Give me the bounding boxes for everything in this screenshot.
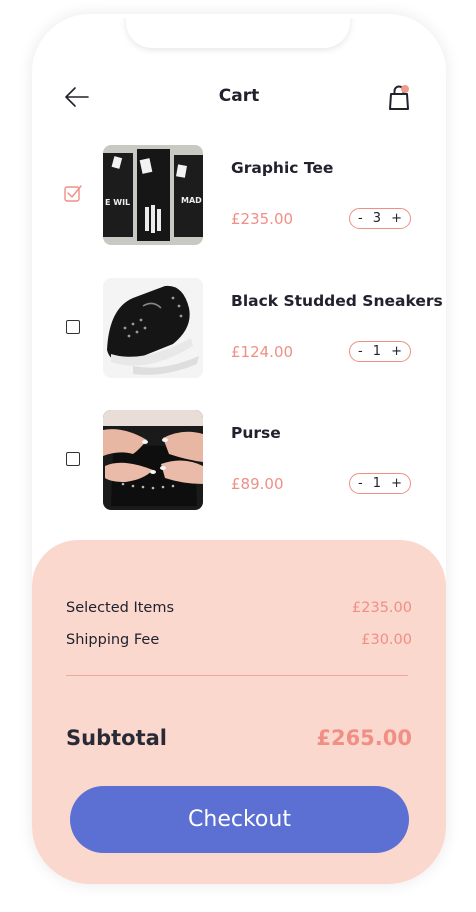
quantity-value: 3 <box>372 211 382 226</box>
shipping-fee-value: £30.00 <box>361 632 412 648</box>
selected-items-label: Selected Items <box>66 600 175 616</box>
cart-bag-button[interactable] <box>384 82 414 112</box>
item-price: £124.00 <box>231 343 294 361</box>
cart-badge <box>401 85 409 93</box>
selected-items-value: £235.00 <box>352 600 412 616</box>
quantity-stepper: - 1 + <box>349 341 411 362</box>
quantity-value: 1 <box>372 344 382 359</box>
quantity-stepper: - 3 + <box>349 208 411 229</box>
item-price: £235.00 <box>231 210 294 228</box>
cart-item: Purse £89.00 - 1 + <box>32 410 446 510</box>
cart-item: E WIL MAD Graphic Tee £235.00 - 3 + <box>32 145 446 245</box>
increase-button[interactable]: + <box>391 211 402 226</box>
quantity-stepper: - 1 + <box>349 473 411 494</box>
checkmark-icon <box>64 185 82 202</box>
product-image-purse[interactable] <box>103 410 203 510</box>
item-checkbox-checked[interactable] <box>64 185 82 202</box>
item-checkbox[interactable] <box>66 320 80 334</box>
svg-text:MAD: MAD <box>181 196 202 205</box>
item-name[interactable]: Purse <box>231 424 281 442</box>
product-image-black-studded-sneakers[interactable] <box>103 278 203 378</box>
item-price: £89.00 <box>231 475 284 493</box>
product-image-graphic-tee[interactable]: E WIL MAD <box>103 145 203 245</box>
item-checkbox[interactable] <box>66 452 80 466</box>
shopping-bag-icon <box>389 85 409 110</box>
phone-notch <box>126 14 350 48</box>
checkout-button[interactable]: Checkout <box>70 786 409 853</box>
order-summary-panel: Selected Items £235.00 Shipping Fee £30.… <box>32 540 446 884</box>
item-name[interactable]: Graphic Tee <box>231 159 333 177</box>
item-name[interactable]: Black Studded Sneakers <box>231 292 443 310</box>
cart-item: Black Studded Sneakers £124.00 - 1 + <box>32 278 446 378</box>
svg-text:E WIL: E WIL <box>105 198 130 207</box>
shipping-fee-label: Shipping Fee <box>66 632 160 648</box>
increase-button[interactable]: + <box>391 344 402 359</box>
phone-frame: Cart E WIL MAD Graphic Tee £235.00 - 3 +… <box>32 14 446 884</box>
increase-button[interactable]: + <box>391 476 402 491</box>
decrease-button[interactable]: - <box>358 344 363 359</box>
decrease-button[interactable]: - <box>358 211 363 226</box>
subtotal-label: Subtotal <box>66 726 167 750</box>
subtotal-value: £265.00 <box>316 726 412 750</box>
divider <box>66 675 408 676</box>
quantity-value: 1 <box>372 476 382 491</box>
decrease-button[interactable]: - <box>358 476 363 491</box>
